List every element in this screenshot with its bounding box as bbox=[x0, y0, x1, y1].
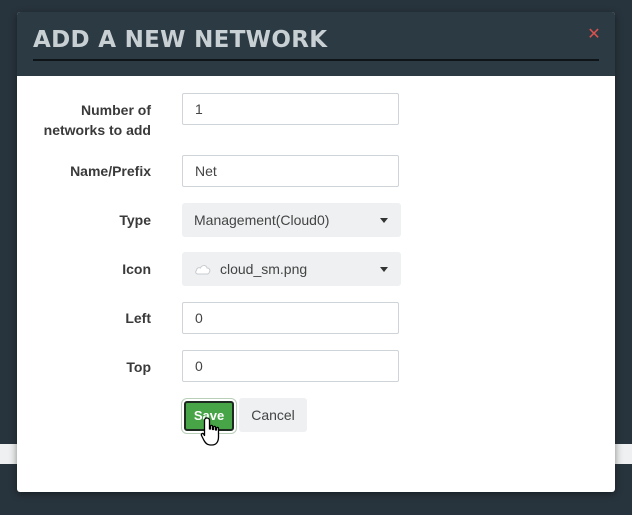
title-underline bbox=[33, 59, 599, 61]
chevron-down-icon bbox=[380, 218, 388, 223]
top-input[interactable]: 0 bbox=[182, 350, 399, 382]
top-label: Top bbox=[126, 359, 151, 375]
hand-cursor-icon bbox=[200, 417, 220, 446]
type-label: Type bbox=[119, 212, 151, 228]
count-label-line1: Number of bbox=[81, 102, 151, 118]
left-input[interactable]: 0 bbox=[182, 302, 399, 334]
icon-select[interactable]: cloud_sm.png bbox=[182, 252, 401, 286]
cloud-icon bbox=[195, 265, 211, 275]
modal-header: ADD A NEW NETWORK ✕ bbox=[17, 12, 615, 76]
icon-label: Icon bbox=[122, 261, 151, 277]
close-icon[interactable]: ✕ bbox=[585, 26, 603, 44]
add-network-modal: ADD A NEW NETWORK ✕ Number of networks t… bbox=[17, 12, 615, 492]
cancel-button[interactable]: Cancel bbox=[239, 398, 307, 432]
count-input[interactable]: 1 bbox=[182, 93, 399, 125]
type-select-value: Management(Cloud0) bbox=[194, 212, 330, 228]
modal-title: ADD A NEW NETWORK bbox=[33, 27, 328, 53]
count-label: Number of networks to add bbox=[44, 100, 151, 140]
type-select[interactable]: Management(Cloud0) bbox=[182, 203, 401, 237]
left-label: Left bbox=[125, 310, 151, 326]
icon-select-value: cloud_sm.png bbox=[220, 261, 308, 277]
name-label: Name/Prefix bbox=[70, 163, 151, 179]
count-label-line2: networks to add bbox=[43, 122, 151, 138]
chevron-down-icon bbox=[380, 267, 388, 272]
name-prefix-input[interactable]: Net bbox=[182, 155, 399, 187]
